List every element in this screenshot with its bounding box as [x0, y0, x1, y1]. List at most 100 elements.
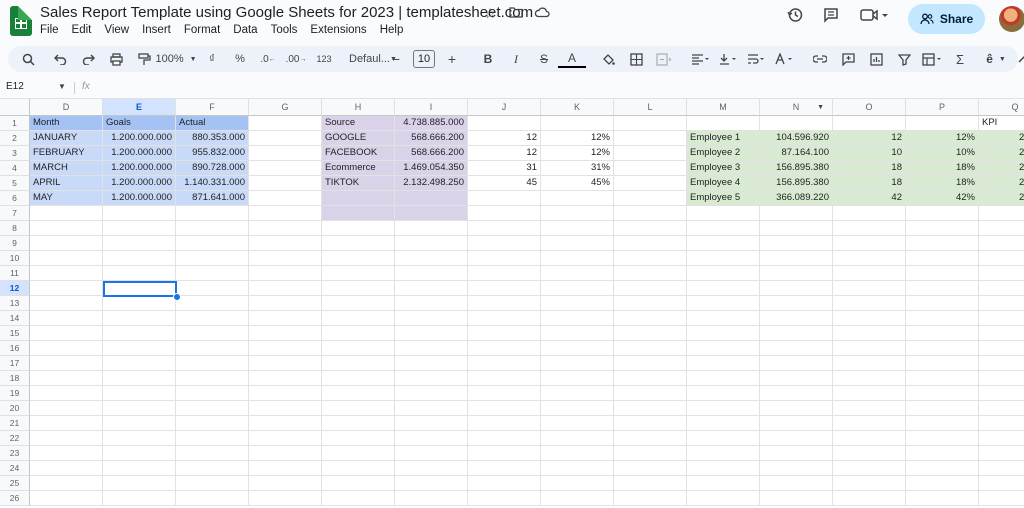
menu-edit[interactable]: Edit	[72, 24, 92, 36]
grid-cell[interactable]	[979, 221, 1024, 236]
grid-cell[interactable]	[30, 281, 103, 296]
row-header-16[interactable]: 16	[0, 341, 30, 356]
employee-cell[interactable]: 156.895.380	[760, 161, 833, 176]
grid-cell[interactable]	[30, 326, 103, 341]
comments-icon[interactable]	[822, 6, 840, 24]
grid-cell[interactable]	[614, 416, 687, 431]
employee-cell[interactable]: 18%	[906, 176, 979, 191]
grid-cell[interactable]	[176, 206, 249, 221]
grid-cell[interactable]	[833, 446, 906, 461]
grid-cell[interactable]	[249, 236, 322, 251]
grid-cell[interactable]	[833, 356, 906, 371]
grid-cell[interactable]	[614, 326, 687, 341]
grid-cell[interactable]	[614, 296, 687, 311]
grid-cell[interactable]	[322, 236, 395, 251]
grid-cell[interactable]	[979, 311, 1024, 326]
grid-cell[interactable]	[979, 431, 1024, 446]
grid-cell[interactable]	[541, 116, 614, 131]
grid-cell[interactable]	[687, 311, 760, 326]
grid-cell[interactable]	[833, 371, 906, 386]
row-header-19[interactable]: 19	[0, 386, 30, 401]
grid-cell[interactable]	[176, 386, 249, 401]
grid-cell[interactable]	[395, 266, 468, 281]
grid-cell[interactable]	[614, 146, 687, 161]
grid-cell[interactable]	[833, 236, 906, 251]
grid-cell[interactable]	[395, 191, 468, 206]
grid-cell[interactable]	[760, 371, 833, 386]
value-cell[interactable]: 45	[468, 176, 541, 191]
grid-cell[interactable]	[176, 371, 249, 386]
grid-cell[interactable]	[176, 311, 249, 326]
row-header-15[interactable]: 15	[0, 326, 30, 341]
grid-cell[interactable]	[176, 266, 249, 281]
column-header-k[interactable]: K	[541, 99, 614, 116]
grid-cell[interactable]	[103, 371, 176, 386]
grid-cell[interactable]	[103, 446, 176, 461]
grid-cell[interactable]	[760, 341, 833, 356]
grid-cell[interactable]	[30, 251, 103, 266]
grid-cell[interactable]	[322, 251, 395, 266]
grid-cell[interactable]	[103, 326, 176, 341]
employee-cell[interactable]: 10	[833, 146, 906, 161]
grid-cell[interactable]	[687, 431, 760, 446]
goals-header-cell[interactable]: Goals	[103, 116, 176, 131]
grid-cell[interactable]	[614, 191, 687, 206]
grid-cell[interactable]	[249, 116, 322, 131]
grid-cell[interactable]	[687, 416, 760, 431]
grid-cell[interactable]	[176, 236, 249, 251]
grid-cell[interactable]	[614, 386, 687, 401]
grid-cell[interactable]	[614, 176, 687, 191]
currency-format-icon[interactable]: ₫	[198, 48, 226, 70]
row-header-12[interactable]: 12	[0, 281, 30, 296]
grid-cell[interactable]	[833, 431, 906, 446]
grid-cell[interactable]	[906, 431, 979, 446]
column-header-j[interactable]: J	[468, 99, 541, 116]
chevron-down-icon[interactable]: ▼	[58, 82, 66, 91]
grid-cell[interactable]	[687, 371, 760, 386]
grid-cell[interactable]	[541, 371, 614, 386]
column-header-d[interactable]: D	[30, 99, 103, 116]
grid-cell[interactable]	[760, 416, 833, 431]
grid-cell[interactable]	[614, 116, 687, 131]
grid-cell[interactable]	[614, 371, 687, 386]
insert-chart-icon[interactable]	[862, 48, 890, 70]
grid-cell[interactable]	[614, 161, 687, 176]
grid-cell[interactable]	[833, 251, 906, 266]
source-data-cell[interactable]: TIKTOK	[322, 176, 395, 191]
grid-cell[interactable]	[541, 326, 614, 341]
grid-cell[interactable]	[906, 221, 979, 236]
grid-cell[interactable]	[541, 341, 614, 356]
grid-cell[interactable]	[687, 236, 760, 251]
row-header-26[interactable]: 26	[0, 491, 30, 506]
column-header-i[interactable]: I	[395, 99, 468, 116]
collapse-toolbar-icon[interactable]	[1010, 48, 1024, 70]
source-header-cell[interactable]: 4.738.885.000	[395, 116, 468, 131]
grid-cell[interactable]	[103, 416, 176, 431]
paint-format-icon[interactable]	[130, 48, 158, 70]
grid-cell[interactable]	[249, 131, 322, 146]
italic-icon[interactable]: I	[502, 48, 530, 70]
more-formats-button[interactable]: 123	[310, 48, 338, 70]
grid-cell[interactable]	[979, 371, 1024, 386]
grid-cell[interactable]	[906, 386, 979, 401]
undo-icon[interactable]	[46, 48, 74, 70]
grid-cell[interactable]	[687, 221, 760, 236]
grid-cell[interactable]	[541, 296, 614, 311]
row-header-2[interactable]: 2	[0, 131, 30, 146]
grid-cell[interactable]	[395, 386, 468, 401]
grid-cell[interactable]	[468, 461, 541, 476]
increase-decimal-icon[interactable]: .00 →	[282, 48, 310, 70]
employee-cell[interactable]: Employee 2	[687, 146, 760, 161]
employee-cell[interactable]: 18	[833, 176, 906, 191]
grid-cell[interactable]	[614, 266, 687, 281]
grid-cell[interactable]	[176, 341, 249, 356]
grid-cell[interactable]	[979, 356, 1024, 371]
grid-cell[interactable]	[687, 461, 760, 476]
grid-cell[interactable]	[833, 341, 906, 356]
grid-cell[interactable]	[541, 281, 614, 296]
goals-data-cell[interactable]: 871.641.000	[176, 191, 249, 206]
row-header-22[interactable]: 22	[0, 431, 30, 446]
grid-cell[interactable]	[103, 296, 176, 311]
row-header-23[interactable]: 23	[0, 446, 30, 461]
grid-cell[interactable]	[395, 281, 468, 296]
